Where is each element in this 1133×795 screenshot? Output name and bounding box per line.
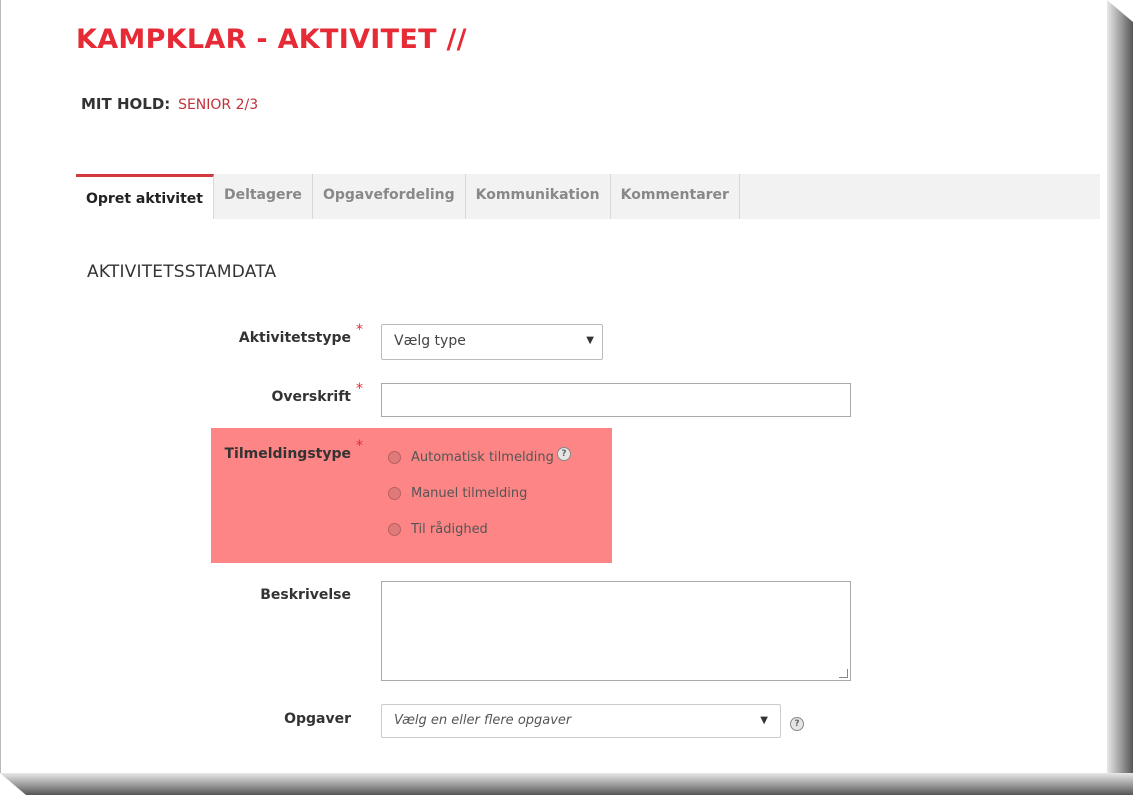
frame-corner	[0, 773, 26, 795]
tab-kommunikation[interactable]: Kommunikation	[466, 174, 611, 219]
activity-type-label: Aktivitetstype	[238, 330, 351, 346]
radio-button[interactable]	[388, 487, 401, 500]
description-textarea[interactable]	[381, 581, 851, 681]
tab-bar: Opret aktivitet Deltagere Opgavefordelin…	[76, 174, 1100, 219]
heading-label: Overskrift	[271, 389, 351, 405]
resize-handle-icon[interactable]	[839, 669, 848, 678]
radio-label: Automatisk tilmelding	[411, 450, 554, 465]
radio-automatisk[interactable]: Automatisk tilmelding	[388, 450, 554, 465]
radio-til-raadighed[interactable]: Til rådighed	[388, 522, 488, 537]
question-icon[interactable]: ?	[790, 717, 804, 731]
radio-manuel[interactable]: Manuel tilmelding	[388, 486, 527, 501]
required-marker: *	[356, 438, 363, 454]
tab-deltagere[interactable]: Deltagere	[214, 174, 313, 219]
tab-kommentarer[interactable]: Kommentarer	[611, 174, 740, 219]
page-border	[0, 0, 1, 780]
tab-opgavefordeling[interactable]: Opgavefordeling	[313, 174, 466, 219]
required-marker: *	[356, 322, 363, 338]
frame-shadow-bottom	[0, 773, 1133, 795]
heading-input[interactable]	[381, 383, 851, 417]
radio-button[interactable]	[388, 523, 401, 536]
caret-down-icon: ▼	[760, 715, 768, 726]
caret-down-icon: ▼	[586, 335, 594, 346]
radio-button[interactable]	[388, 451, 401, 464]
required-marker: *	[356, 381, 363, 397]
team-line: MIT HOLD: SENIOR 2/3	[81, 95, 258, 113]
section-title: AKTIVITETSSTAMDATA	[87, 262, 277, 282]
team-value: SENIOR 2/3	[178, 97, 259, 113]
tasks-select[interactable]: Vælg en eller flere opgaver ▼	[381, 704, 781, 738]
question-icon[interactable]: ?	[557, 447, 571, 461]
tasks-label: Opgaver	[284, 711, 351, 727]
activity-type-value: Vælg type	[394, 333, 466, 349]
frame-corner	[1107, 0, 1133, 22]
tab-opret-aktivitet[interactable]: Opret aktivitet	[76, 174, 214, 219]
team-label: MIT HOLD:	[81, 95, 171, 113]
description-label: Beskrivelse	[260, 587, 351, 603]
radio-label: Manuel tilmelding	[411, 486, 528, 501]
signup-type-label: Tilmeldingstype	[224, 446, 351, 462]
activity-type-select[interactable]: Vælg type ▼	[381, 324, 603, 360]
radio-label: Til rådighed	[411, 522, 488, 537]
frame-shadow-right	[1107, 0, 1133, 795]
tasks-placeholder: Vælg en eller flere opgaver	[394, 713, 572, 728]
page-title: KAMPKLAR - AKTIVITET //	[76, 24, 467, 55]
